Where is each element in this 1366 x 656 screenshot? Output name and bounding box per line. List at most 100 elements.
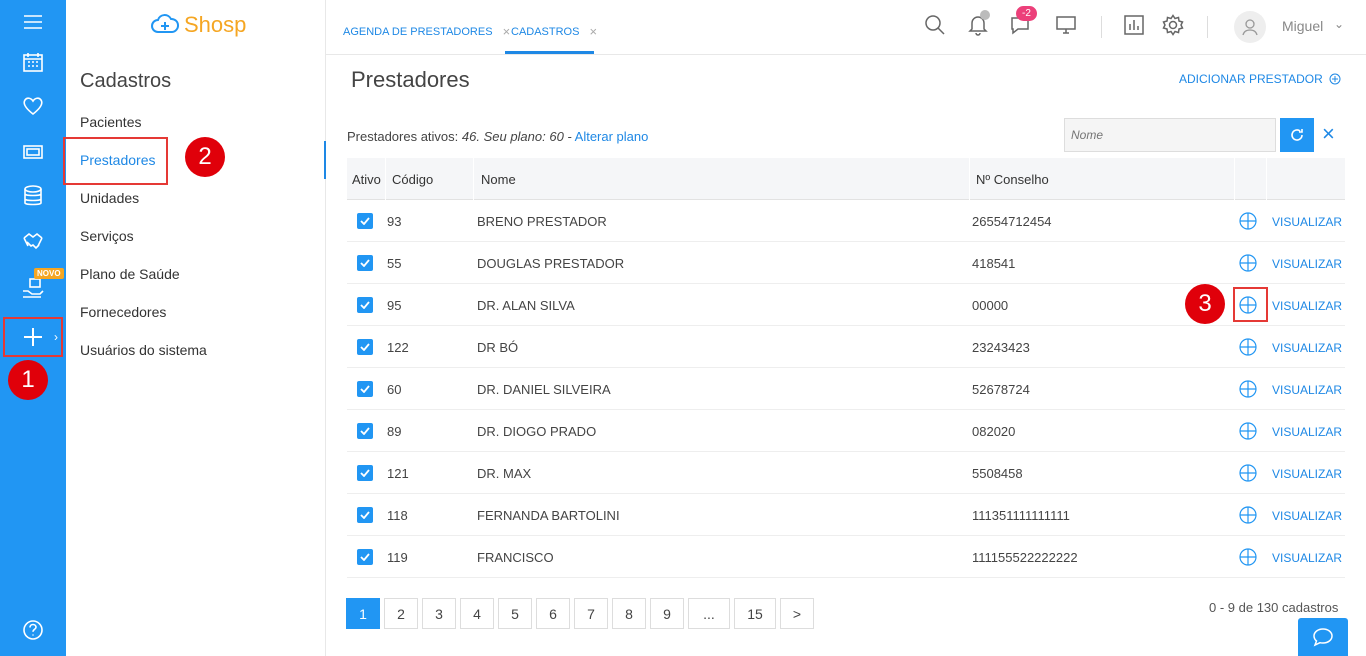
- info-prefix: Prestadores ativos:: [347, 129, 462, 144]
- user-name[interactable]: Miguel: [1282, 18, 1323, 34]
- sidebar-item-unidades[interactable]: Unidades: [80, 190, 139, 206]
- highlight-box-prestadores: [63, 137, 168, 185]
- search-icon[interactable]: [924, 14, 946, 41]
- visualizar-link[interactable]: VISUALIZAR: [1272, 341, 1342, 355]
- add-plus-button[interactable]: ›: [3, 317, 63, 357]
- cell-nome: FRANCISCO: [477, 550, 554, 565]
- change-plan-link[interactable]: Alterar plano: [575, 129, 649, 144]
- help-icon[interactable]: [0, 608, 66, 652]
- divider: [1234, 158, 1235, 200]
- active-checkbox[interactable]: [357, 549, 373, 565]
- close-icon[interactable]: ×: [589, 24, 597, 39]
- handshake-icon[interactable]: [0, 220, 66, 264]
- active-checkbox[interactable]: [357, 297, 373, 313]
- cell-codigo: 93: [387, 214, 402, 229]
- chevron-down-icon[interactable]: ⌄: [1334, 17, 1344, 31]
- page-button[interactable]: 9: [650, 598, 684, 629]
- page-button[interactable]: 1: [346, 598, 380, 629]
- add-plus-circle-icon[interactable]: [1238, 421, 1258, 444]
- add-plus-circle-icon[interactable]: [1238, 379, 1258, 402]
- table-row: 55 DOUGLAS PRESTADOR 418541 VISUALIZAR: [347, 242, 1345, 284]
- active-checkbox[interactable]: [357, 423, 373, 439]
- page-button[interactable]: 8: [612, 598, 646, 629]
- header-codigo[interactable]: Código: [392, 172, 433, 187]
- active-checkbox[interactable]: [357, 213, 373, 229]
- visualizar-link[interactable]: VISUALIZAR: [1272, 215, 1342, 229]
- add-plus-circle-icon[interactable]: [1238, 337, 1258, 360]
- monitor-icon[interactable]: [1055, 14, 1077, 41]
- divider: [1266, 158, 1267, 200]
- close-icon[interactable]: ×: [503, 24, 511, 39]
- add-plus-circle-icon[interactable]: [1238, 547, 1258, 570]
- money-icon[interactable]: [0, 130, 66, 174]
- page-button[interactable]: 3: [422, 598, 456, 629]
- add-circle-icon: [1329, 73, 1341, 85]
- brand-logo[interactable]: Shosp: [150, 12, 246, 38]
- add-plus-circle-icon[interactable]: [1238, 211, 1258, 234]
- visualizar-link[interactable]: VISUALIZAR: [1272, 383, 1342, 397]
- sidebar-item-pacientes[interactable]: Pacientes: [80, 114, 141, 130]
- visualizar-link[interactable]: VISUALIZAR: [1272, 467, 1342, 481]
- add-prestador-label: ADICIONAR PRESTADOR: [1179, 72, 1323, 86]
- visualizar-link[interactable]: VISUALIZAR: [1272, 299, 1342, 313]
- page-button[interactable]: 7: [574, 598, 608, 629]
- checkmark-icon: [360, 343, 370, 351]
- plus-icon: [24, 328, 42, 346]
- page-button[interactable]: 15: [734, 598, 776, 629]
- support-chat-button[interactable]: [1298, 618, 1348, 656]
- cell-codigo: 89: [387, 424, 402, 439]
- header-conselho[interactable]: Nº Conselho: [976, 172, 1049, 187]
- refresh-button[interactable]: [1280, 118, 1314, 152]
- add-plus-circle-icon[interactable]: [1238, 253, 1258, 276]
- active-checkbox[interactable]: [357, 255, 373, 271]
- active-checkbox[interactable]: [357, 339, 373, 355]
- add-plus-circle-icon[interactable]: [1238, 505, 1258, 528]
- active-indicator: [324, 141, 326, 179]
- active-checkbox[interactable]: [357, 381, 373, 397]
- checkmark-icon: [360, 301, 370, 309]
- sidebar-item-fornecedores[interactable]: Fornecedores: [80, 304, 166, 320]
- sidebar-item-plano-de-saude[interactable]: Plano de Saúde: [80, 266, 180, 282]
- database-icon[interactable]: [0, 174, 66, 218]
- page-button[interactable]: 2: [384, 598, 418, 629]
- visualizar-link[interactable]: VISUALIZAR: [1272, 425, 1342, 439]
- page-button[interactable]: 6: [536, 598, 570, 629]
- sidebar-item-usuarios[interactable]: Usuários do sistema: [80, 342, 207, 358]
- page-button[interactable]: 5: [498, 598, 532, 629]
- avatar[interactable]: [1234, 11, 1266, 43]
- page-button[interactable]: 4: [460, 598, 494, 629]
- user-icon: [1242, 19, 1258, 36]
- heart-icon[interactable]: [0, 84, 66, 128]
- visualizar-link[interactable]: VISUALIZAR: [1272, 257, 1342, 271]
- checkmark-icon: [360, 553, 370, 561]
- visualizar-link[interactable]: VISUALIZAR: [1272, 509, 1342, 523]
- secondary-sidebar: Shosp Cadastros Pacientes Prestadores Un…: [66, 0, 326, 656]
- active-checkbox[interactable]: [357, 465, 373, 481]
- menu-icon[interactable]: [0, 0, 66, 44]
- active-checkbox[interactable]: [357, 507, 373, 523]
- brand-name: Shosp: [184, 12, 247, 37]
- report-icon[interactable]: [1123, 14, 1145, 41]
- pagination: 1 2 3 4 5 6 7 8 9... 15 >: [346, 598, 814, 629]
- divider: [969, 158, 970, 200]
- search-name-input[interactable]: [1064, 118, 1276, 152]
- sidebar-item-servicos[interactable]: Serviços: [80, 228, 134, 244]
- calendar-icon[interactable]: [0, 40, 66, 84]
- tab-label: CADASTROS: [511, 25, 580, 38]
- header-nome[interactable]: Nome: [481, 172, 516, 187]
- checkmark-icon: [360, 217, 370, 225]
- page-ellipsis[interactable]: ...: [688, 598, 730, 629]
- visualizar-link[interactable]: VISUALIZAR: [1272, 551, 1342, 565]
- next-page-button[interactable]: >: [780, 598, 814, 629]
- chat-count-badge: -2: [1016, 6, 1037, 21]
- tab-agenda-de-prestadores[interactable]: AGENDA DE PRESTADORES ×: [343, 24, 510, 39]
- add-prestador-button[interactable]: ADICIONAR PRESTADOR: [1179, 72, 1341, 86]
- header-ativo[interactable]: Ativo: [352, 172, 381, 187]
- cell-nome: DR. MAX: [477, 466, 532, 481]
- gear-icon[interactable]: [1162, 14, 1184, 41]
- tab-cadastros[interactable]: CADASTROS ×: [511, 24, 597, 39]
- cell-conselho: 52678724: [972, 382, 1030, 397]
- clear-search-icon[interactable]: ×: [1322, 123, 1335, 145]
- add-plus-circle-icon[interactable]: [1238, 463, 1258, 486]
- checkmark-icon: [360, 259, 370, 267]
